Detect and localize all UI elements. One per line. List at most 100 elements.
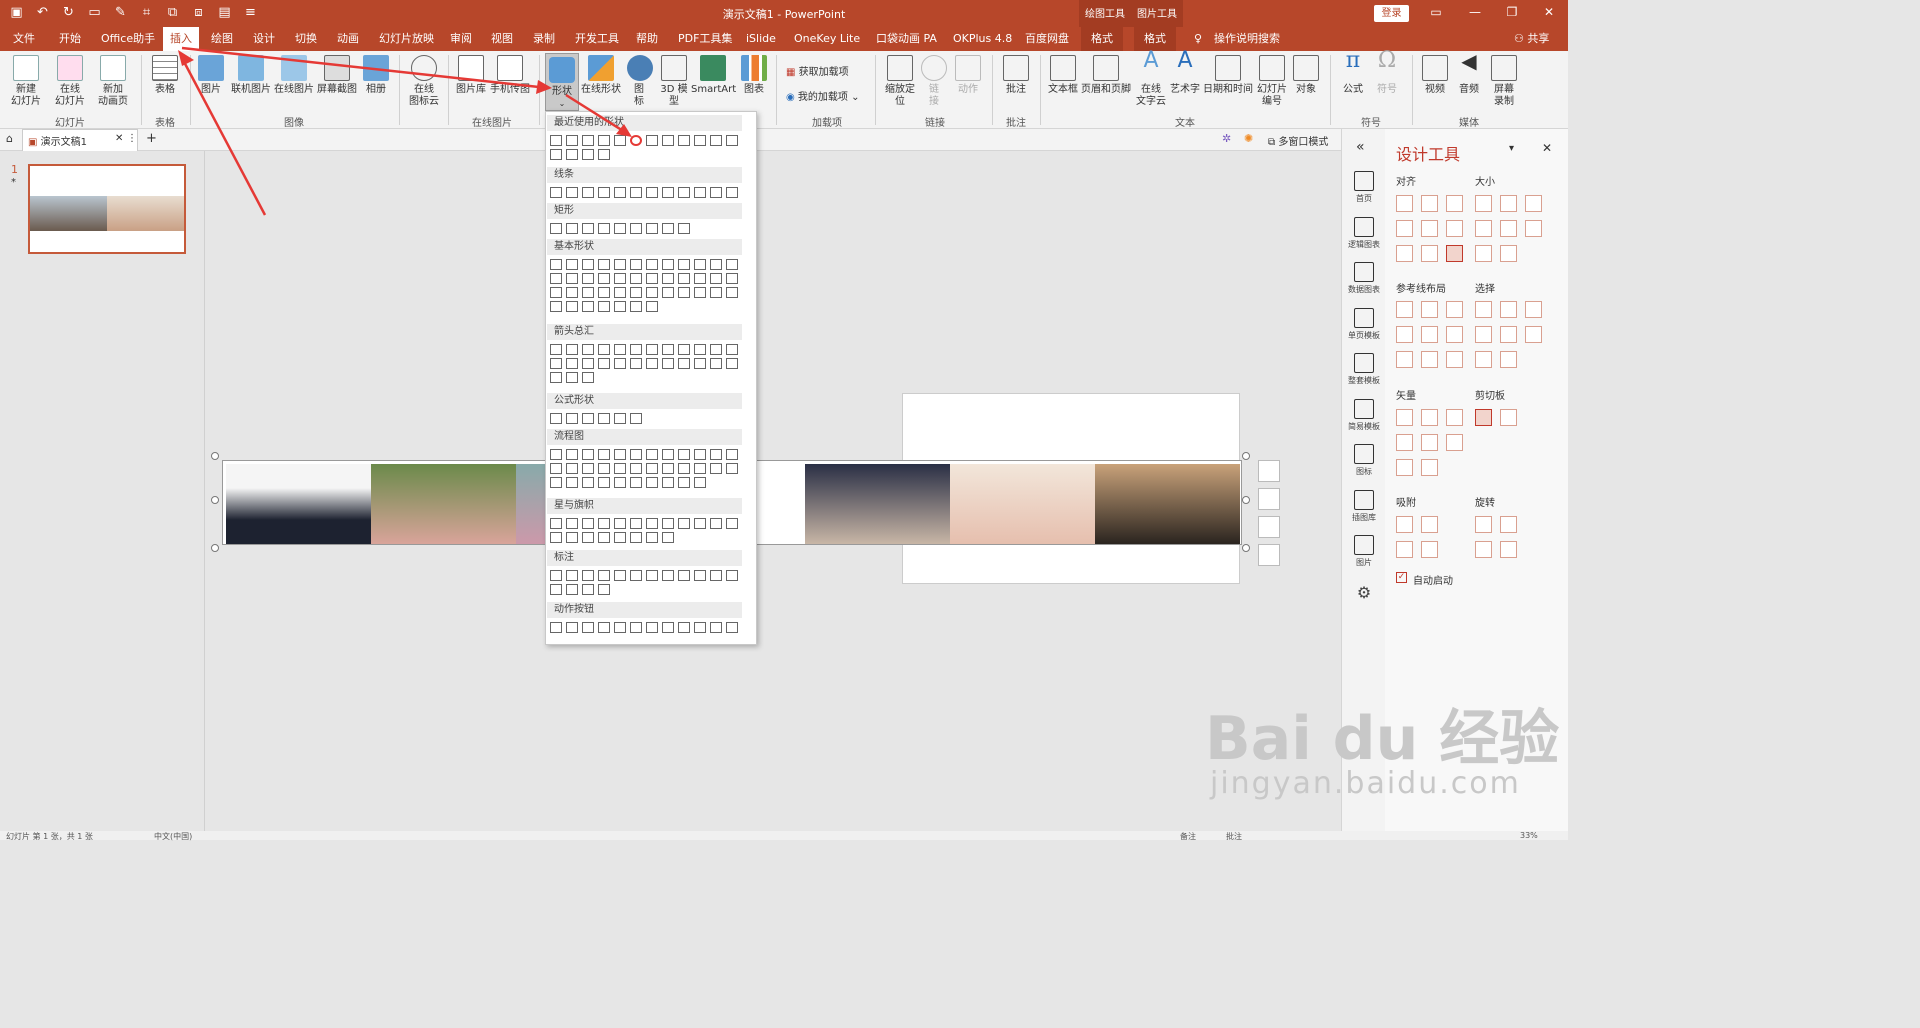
section-guides: 参考线布局: [1396, 284, 1446, 295]
rightbar-illustrations[interactable]: 插图库: [1342, 490, 1386, 523]
size-button[interactable]: [1525, 220, 1542, 237]
size-button[interactable]: [1500, 220, 1517, 237]
flip-button[interactable]: [1500, 541, 1517, 558]
arrowhead: [616, 124, 632, 137]
rightbar-icons-label: 图标: [1356, 467, 1372, 476]
annotation-arrow: [565, 93, 629, 136]
select-button[interactable]: [1475, 351, 1492, 368]
guide-button[interactable]: [1446, 326, 1463, 343]
status-bar: 幻灯片 第 1 张，共 1 张 中文(中国) 备注 批注 33%: [0, 831, 1568, 842]
notes-button[interactable]: 备注: [1180, 831, 1196, 842]
autostart-checkbox[interactable]: ✓: [1396, 572, 1407, 583]
select-button[interactable]: [1475, 326, 1492, 343]
align-button[interactable]: [1421, 220, 1438, 237]
size-button[interactable]: [1500, 245, 1517, 262]
guide-button[interactable]: [1421, 301, 1438, 318]
select-button-grid: [1475, 301, 1547, 368]
vector-button[interactable]: [1446, 434, 1463, 451]
select-button[interactable]: [1500, 351, 1517, 368]
rightbar-simple-templates[interactable]: 简易模板: [1342, 399, 1386, 432]
rightbar-data-charts[interactable]: 数据图表: [1342, 262, 1386, 295]
guide-button[interactable]: [1446, 301, 1463, 318]
select-button[interactable]: [1500, 326, 1517, 343]
guide-button[interactable]: [1396, 326, 1413, 343]
annotation-arrow: [180, 57, 267, 216]
size-button[interactable]: [1475, 220, 1492, 237]
snap-button-grid: [1396, 516, 1446, 558]
rightbar-pictures-label: 图片: [1356, 558, 1372, 567]
data-chart-icon: [1354, 262, 1374, 282]
snap-button[interactable]: [1421, 541, 1438, 558]
select-button[interactable]: [1500, 301, 1517, 318]
vector-button[interactable]: [1421, 459, 1438, 476]
align-button[interactable]: [1396, 220, 1413, 237]
align-button[interactable]: [1421, 195, 1438, 212]
picture-icon: [1354, 535, 1374, 555]
rightbar-single-templates[interactable]: 单页模板: [1342, 308, 1386, 341]
rightbar-icons[interactable]: 图标: [1342, 444, 1386, 477]
snap-button[interactable]: [1396, 541, 1413, 558]
align-button[interactable]: [1421, 245, 1438, 262]
vector-button[interactable]: [1396, 434, 1413, 451]
section-select: 选择: [1475, 284, 1495, 295]
guide-button[interactable]: [1446, 351, 1463, 368]
guides-button-grid: [1396, 301, 1468, 368]
powerpoint-window: ▣ ↶ ↻ ▭ ✎ ⌗ ⧉ ⧈ ▤ ≡ 演示文稿1 - PowerPoint 绘…: [0, 0, 1568, 842]
rotate-button[interactable]: [1500, 516, 1517, 533]
collapse-icon[interactable]: «: [1356, 139, 1365, 155]
size-button[interactable]: [1475, 245, 1492, 262]
vector-button[interactable]: [1421, 409, 1438, 426]
section-size: 大小: [1475, 177, 1495, 188]
single-template-icon: [1354, 308, 1374, 328]
section-clipboard: 剪切板: [1475, 391, 1505, 402]
full-template-icon: [1354, 353, 1374, 373]
settings-icon[interactable]: ⚙: [1342, 583, 1386, 602]
paste-button[interactable]: [1500, 409, 1517, 426]
size-button[interactable]: [1475, 195, 1492, 212]
zoom-level[interactable]: 33%: [1520, 831, 1538, 840]
rightbar-pictures[interactable]: 图片: [1342, 535, 1386, 568]
guide-button[interactable]: [1396, 301, 1413, 318]
copy-button[interactable]: [1475, 409, 1492, 426]
close-icon[interactable]: ✕: [1542, 141, 1552, 155]
align-button[interactable]: [1446, 220, 1463, 237]
vector-button[interactable]: [1396, 409, 1413, 426]
rightbar-home-label: 首页: [1356, 194, 1372, 203]
align-button[interactable]: [1446, 245, 1463, 262]
select-button[interactable]: [1525, 301, 1542, 318]
select-button[interactable]: [1475, 301, 1492, 318]
rightbar-logic-charts[interactable]: 逻辑图表: [1342, 217, 1386, 250]
vector-button[interactable]: [1446, 409, 1463, 426]
home-icon: [1354, 171, 1374, 191]
section-vector: 矢量: [1396, 391, 1416, 402]
vector-button[interactable]: [1396, 459, 1413, 476]
size-button[interactable]: [1525, 195, 1542, 212]
align-button[interactable]: [1396, 245, 1413, 262]
vector-button[interactable]: [1421, 434, 1438, 451]
simple-template-icon: [1354, 399, 1374, 419]
annotation-arrow: [181, 46, 549, 90]
vector-button-grid: [1396, 409, 1468, 476]
comments-button[interactable]: 批注: [1226, 831, 1242, 842]
arrowhead: [536, 80, 552, 94]
rotate-button[interactable]: [1475, 516, 1492, 533]
rightbar-full-templates[interactable]: 整套模板: [1342, 353, 1386, 386]
rightbar-illustrations-label: 插图库: [1352, 513, 1376, 522]
illustration-icon: [1354, 490, 1374, 510]
chevron-down-icon[interactable]: ▾: [1509, 143, 1514, 154]
snap-button[interactable]: [1421, 516, 1438, 533]
rightbar-data-label: 数据图表: [1348, 285, 1380, 294]
guide-button[interactable]: [1396, 351, 1413, 368]
rightbar-full-label: 整套模板: [1348, 376, 1380, 385]
watermark-brand: Bai du 经验: [1205, 704, 1560, 774]
guide-button[interactable]: [1421, 351, 1438, 368]
size-button[interactable]: [1500, 195, 1517, 212]
flip-button[interactable]: [1475, 541, 1492, 558]
rightbar-single-label: 单页模板: [1348, 331, 1380, 340]
snap-button[interactable]: [1396, 516, 1413, 533]
align-button[interactable]: [1396, 195, 1413, 212]
align-button[interactable]: [1446, 195, 1463, 212]
rightbar-home[interactable]: 首页: [1342, 171, 1386, 204]
guide-button[interactable]: [1421, 326, 1438, 343]
cursor-icon[interactable]: [1525, 326, 1542, 343]
